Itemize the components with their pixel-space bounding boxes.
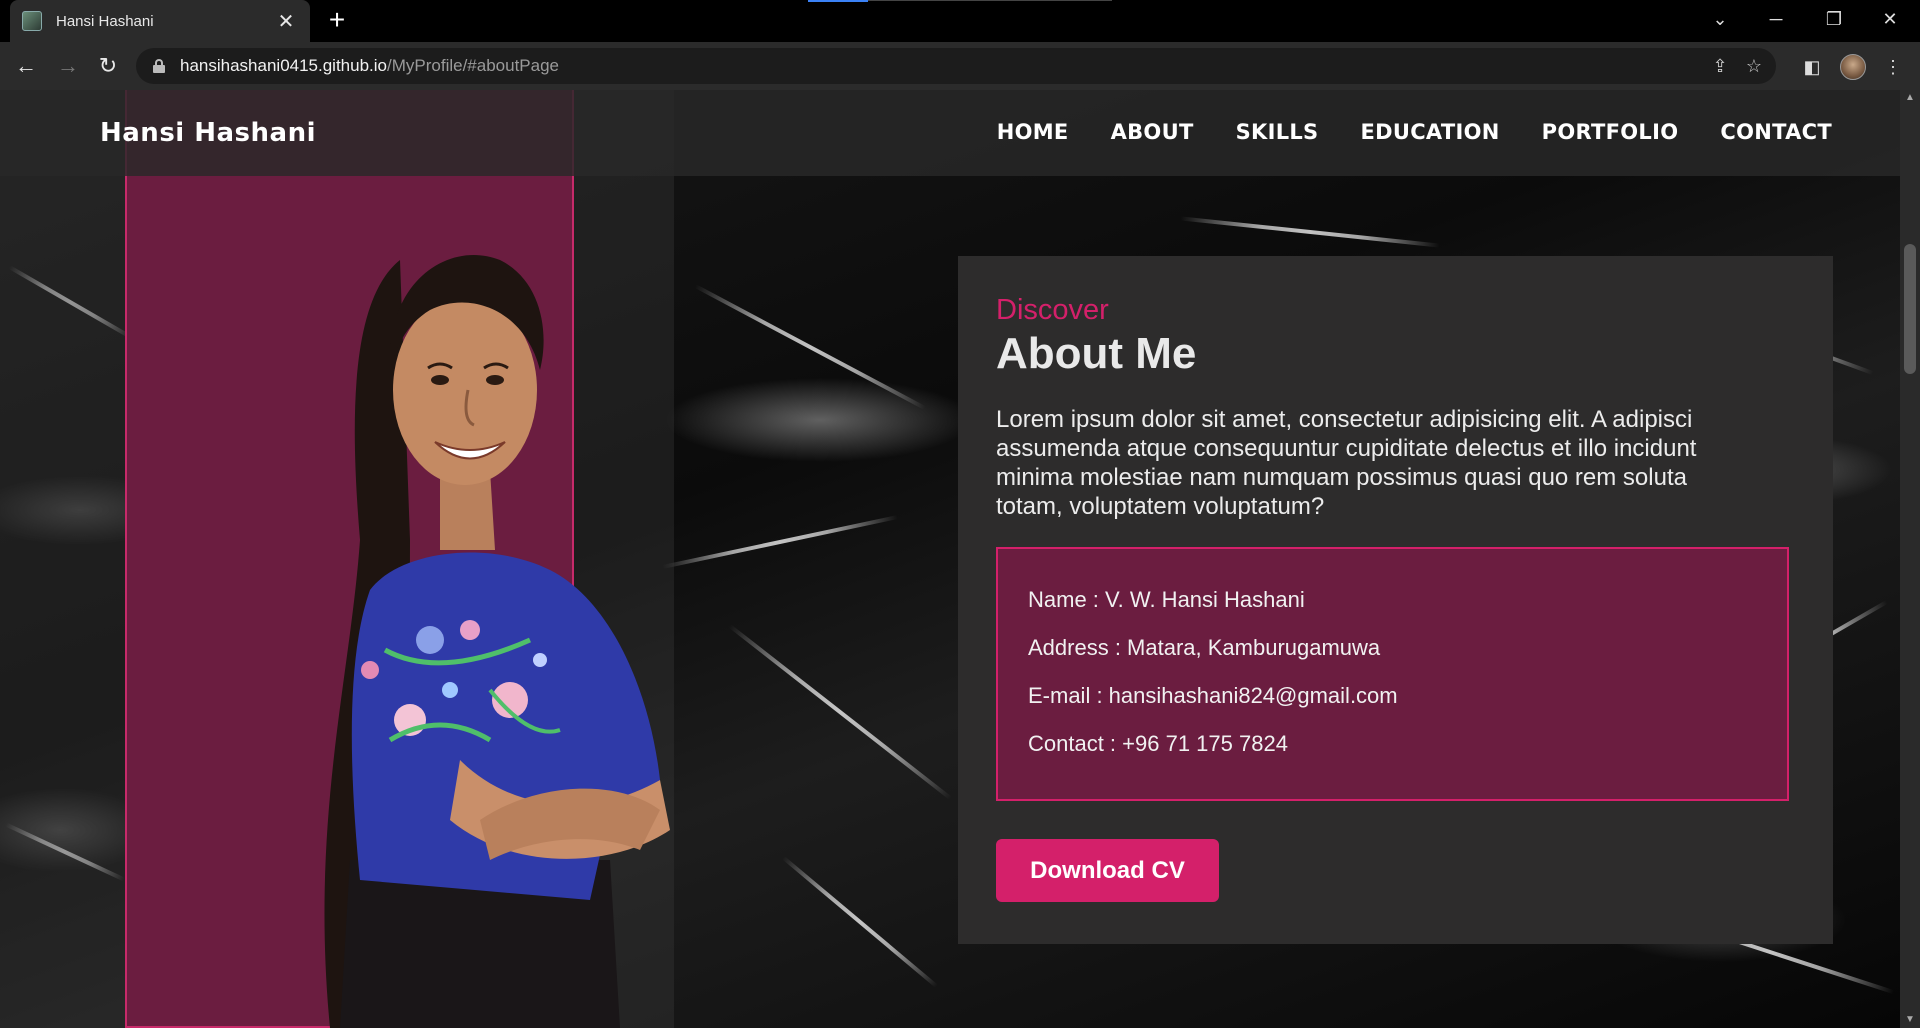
page-viewport: Hansi Hashani HOME ABOUT SKILLS EDUCATIO… bbox=[0, 90, 1900, 1028]
about-text: Lorem ipsum dolor sit amet, consectetur … bbox=[996, 406, 1697, 520]
about-title: About Me bbox=[996, 329, 1197, 378]
about-eyebrow: Discover bbox=[996, 294, 1109, 326]
scroll-thumb[interactable] bbox=[1904, 244, 1916, 374]
url-path: /MyProfile/#aboutPage bbox=[387, 56, 560, 75]
info-address: Address : Matara, Kamburugamuwa bbox=[1028, 635, 1381, 660]
close-tab-icon[interactable]: ✕ bbox=[274, 9, 298, 34]
menu-kebab-icon[interactable]: ⋮ bbox=[1880, 54, 1906, 80]
bg-key-highlight bbox=[694, 284, 926, 410]
profile-photo bbox=[324, 254, 670, 1028]
nav-education[interactable]: EDUCATION bbox=[1360, 120, 1499, 144]
nav-portfolio[interactable]: PORTFOLIO bbox=[1542, 120, 1679, 144]
browser-tab[interactable]: Hansi Hashani ✕ bbox=[10, 0, 310, 42]
tab-search-icon[interactable]: ⌄ bbox=[1692, 0, 1748, 38]
bg-key-highlight bbox=[782, 856, 938, 988]
side-panel-icon[interactable]: ◧ bbox=[1799, 54, 1825, 80]
nav-about[interactable]: ABOUT bbox=[1111, 120, 1194, 144]
bg-key-highlight bbox=[728, 624, 952, 800]
reload-icon[interactable]: ↻ bbox=[92, 50, 124, 82]
info-name: Name : V. W. Hansi Hashani bbox=[1028, 587, 1305, 612]
profile-avatar[interactable] bbox=[1840, 54, 1866, 80]
close-window-button[interactable]: ✕ bbox=[1862, 0, 1918, 38]
back-icon[interactable]: ← bbox=[10, 50, 42, 82]
minimize-button[interactable]: ─ bbox=[1748, 0, 1804, 38]
browser-toolbar: ← → ↻ hansihashani0415.github.io /MyProf… bbox=[0, 42, 1920, 90]
nav-links: HOME ABOUT SKILLS EDUCATION PORTFOLIO CO… bbox=[997, 120, 1832, 144]
nav-skills[interactable]: SKILLS bbox=[1236, 120, 1319, 144]
loading-track bbox=[868, 0, 1112, 1]
address-bar[interactable]: hansihashani0415.github.io /MyProfile/#a… bbox=[136, 48, 1776, 84]
restore-button[interactable]: ❐ bbox=[1806, 0, 1862, 38]
share-icon[interactable]: ⇪ bbox=[1708, 54, 1732, 78]
download-cv-button[interactable]: Download CV bbox=[996, 839, 1219, 902]
forward-icon[interactable]: → bbox=[52, 50, 84, 82]
nav-home[interactable]: HOME bbox=[997, 120, 1069, 144]
bg-key-highlight bbox=[1180, 216, 1440, 248]
info-box: Name : V. W. Hansi Hashani Address : Mat… bbox=[996, 547, 1789, 801]
site-brand[interactable]: Hansi Hashani bbox=[100, 118, 316, 148]
about-card: Discover About Me Lorem ipsum dolor sit … bbox=[958, 256, 1833, 944]
favicon-icon bbox=[22, 11, 42, 31]
page-scrollbar[interactable]: ▲ ▼ bbox=[1900, 90, 1920, 1028]
new-tab-button[interactable]: + bbox=[322, 6, 352, 36]
site-navbar: Hansi Hashani HOME ABOUT SKILLS EDUCATIO… bbox=[0, 90, 1900, 176]
scroll-up-icon[interactable]: ▲ bbox=[1900, 90, 1920, 106]
tab-title: Hansi Hashani bbox=[56, 12, 154, 30]
scroll-down-icon[interactable]: ▼ bbox=[1900, 1012, 1920, 1028]
url-host: hansihashani0415.github.io bbox=[180, 56, 388, 75]
info-contact: Contact : +96 71 175 7824 bbox=[1028, 731, 1288, 756]
lock-icon[interactable] bbox=[152, 59, 166, 73]
browser-tab-bar: Hansi Hashani ✕ + ⌄ ─ ❐ ✕ bbox=[0, 0, 1920, 42]
bg-key-highlight bbox=[662, 515, 898, 569]
bookmark-star-icon[interactable]: ☆ bbox=[1742, 54, 1766, 78]
loading-indicator bbox=[808, 0, 868, 2]
nav-contact[interactable]: CONTACT bbox=[1720, 120, 1832, 144]
info-email: E-mail : hansihashani824@gmail.com bbox=[1028, 683, 1398, 708]
